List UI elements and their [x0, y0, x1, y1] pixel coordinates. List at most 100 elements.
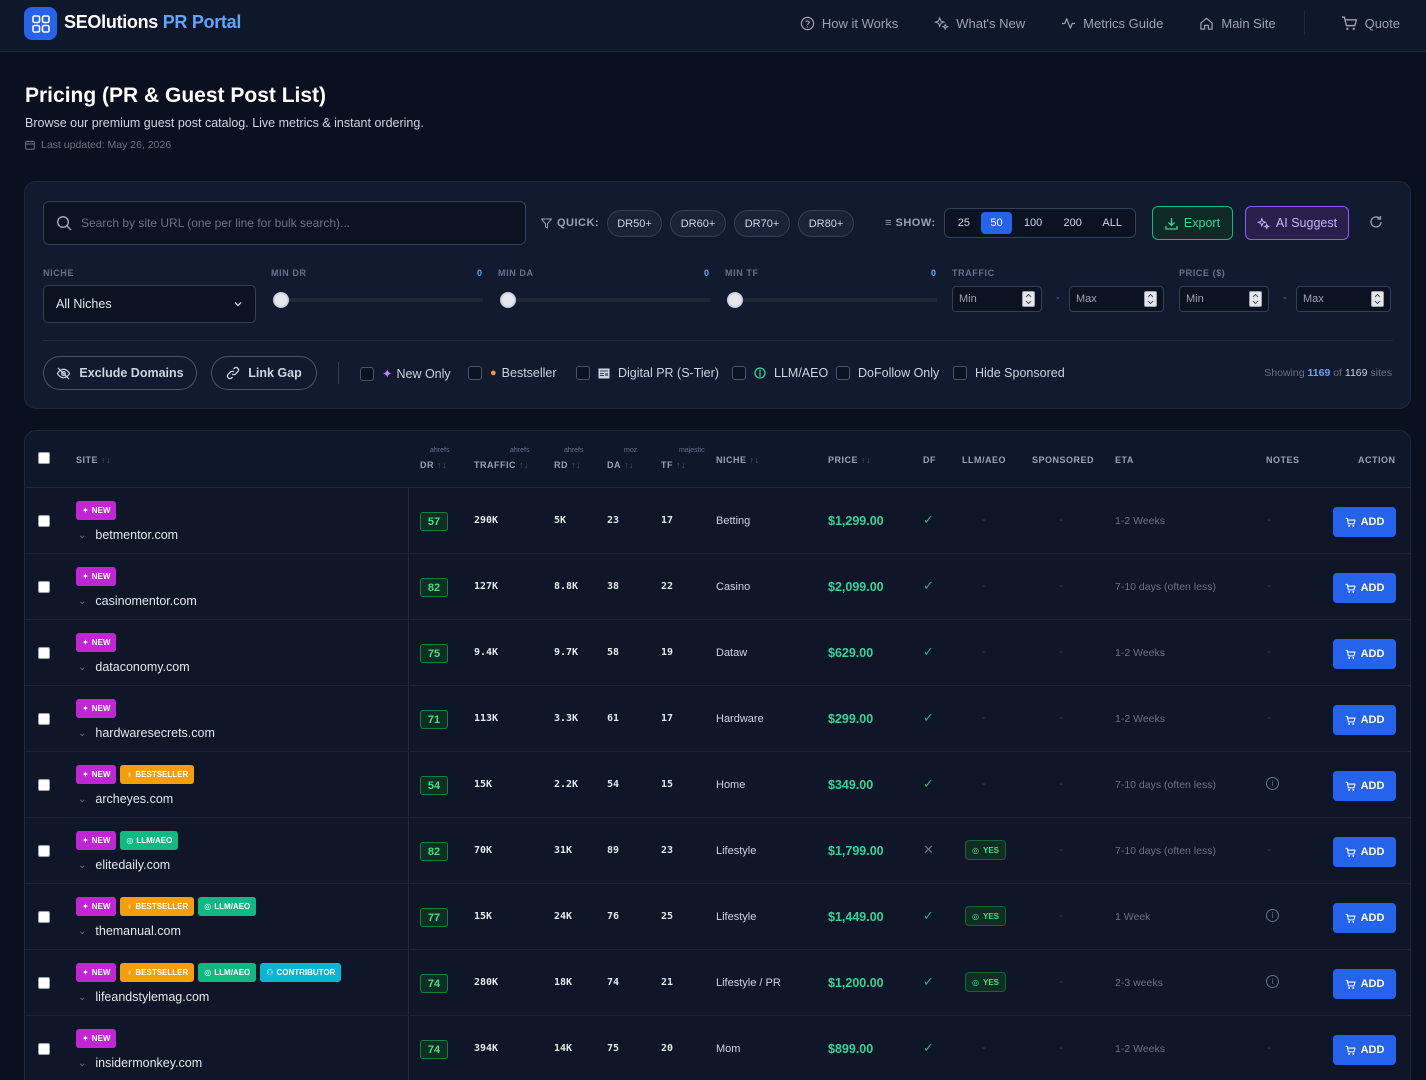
add-to-cart-button[interactable]: ADD [1333, 705, 1396, 735]
nav-whats-new[interactable]: What's New [934, 16, 1025, 31]
chevron-down-icon[interactable]: ⌄ [78, 662, 86, 673]
slider-handle[interactable] [727, 292, 743, 308]
info-icon[interactable]: i [1266, 777, 1279, 790]
traffic-max-input[interactable]: Max [1069, 286, 1164, 312]
row-checkbox[interactable] [38, 779, 50, 791]
checkbox-new-only[interactable]: ✦ New Only [360, 366, 451, 381]
ai-suggest-button[interactable]: AI Suggest [1245, 206, 1349, 240]
spinner-icon[interactable] [1022, 291, 1035, 307]
row-checkbox[interactable] [38, 1043, 50, 1055]
site-name[interactable]: ⌄ themanual.com [78, 924, 181, 938]
row-checkbox[interactable] [38, 515, 50, 527]
quick-pill-dr70[interactable]: DR70+ [734, 210, 790, 237]
checkbox-box[interactable] [576, 366, 590, 380]
chevron-down-icon[interactable]: ⌄ [78, 728, 86, 739]
show-opt-all[interactable]: ALL [1093, 212, 1131, 234]
th-dr[interactable]: DR ↑↓ [420, 460, 447, 470]
site-name[interactable]: ⌄ casinomentor.com [78, 594, 197, 608]
link-gap-button[interactable]: Link Gap [211, 356, 317, 390]
spinner-icon[interactable] [1144, 291, 1157, 307]
row-checkbox[interactable] [38, 581, 50, 593]
search-box[interactable] [43, 201, 526, 245]
th-price[interactable]: PRICE ↑↓ [828, 455, 871, 465]
select-all-checkbox[interactable] [38, 452, 50, 464]
add-to-cart-button[interactable]: ADD [1333, 903, 1396, 933]
nav-how-it-works[interactable]: How it Works [800, 16, 898, 31]
add-to-cart-button[interactable]: ADD [1333, 507, 1396, 537]
min-dr-slider[interactable] [273, 292, 483, 308]
row-checkbox[interactable] [38, 647, 50, 659]
chevron-down-icon[interactable]: ⌄ [78, 992, 86, 1003]
site-name[interactable]: ⌄ betmentor.com [78, 528, 178, 542]
checkbox-digital-pr[interactable]: Digital PR (S-Tier) [576, 366, 719, 380]
chevron-down-icon[interactable]: ⌄ [78, 1058, 86, 1069]
show-opt-25[interactable]: 25 [949, 212, 979, 234]
min-tf-slider[interactable] [727, 292, 937, 308]
site-name[interactable]: ⌄ insidermonkey.com [78, 1056, 202, 1070]
slider-handle[interactable] [273, 292, 289, 308]
checkbox-box[interactable] [360, 366, 374, 381]
chevron-down-icon[interactable]: ⌄ [78, 794, 86, 805]
th-da[interactable]: DA ↑↓ [607, 460, 634, 470]
checkbox-llm-aeo[interactable]: LLM/AEO [732, 366, 828, 380]
traffic-min-input[interactable]: Min [952, 286, 1042, 312]
show-opt-200[interactable]: 200 [1054, 212, 1092, 234]
niche-select[interactable]: All Niches [43, 285, 256, 323]
th-site[interactable]: SITE ↑↓ [76, 455, 111, 465]
dr-value: 71 [420, 710, 448, 729]
brand-name[interactable]: SEOlutions PR Portal [64, 12, 241, 33]
th-rd[interactable]: RD ↑↓ [554, 460, 581, 470]
reset-button[interactable] [1369, 215, 1383, 234]
nav-main-site[interactable]: Main Site [1199, 16, 1276, 31]
th-traffic[interactable]: TRAFFIC ↑↓ [474, 460, 529, 470]
row-checkbox[interactable] [38, 911, 50, 923]
min-da-slider[interactable] [500, 292, 710, 308]
add-to-cart-button[interactable]: ADD [1333, 969, 1396, 999]
site-name[interactable]: ⌄ elitedaily.com [78, 858, 170, 872]
add-to-cart-button[interactable]: ADD [1333, 639, 1396, 669]
export-button[interactable]: Export [1152, 206, 1233, 240]
checkbox-dofollow-only[interactable]: DoFollow Only [836, 366, 939, 380]
th-tf[interactable]: TF ↑↓ [661, 460, 686, 470]
row-checkbox[interactable] [38, 713, 50, 725]
price-min-input[interactable]: Min [1179, 286, 1269, 312]
logo-icon[interactable] [24, 7, 57, 40]
add-to-cart-button[interactable]: ADD [1333, 573, 1396, 603]
nav-quote[interactable]: Quote [1341, 15, 1400, 32]
site-name[interactable]: ⌄ dataconomy.com [78, 660, 190, 674]
checkbox-box[interactable] [468, 366, 482, 380]
spinner-icon[interactable] [1249, 291, 1262, 307]
chevron-down-icon[interactable]: ⌄ [78, 596, 86, 607]
info-icon[interactable]: i [1266, 909, 1279, 922]
checkbox-box[interactable] [732, 366, 746, 380]
quick-pill-dr80[interactable]: DR80+ [798, 210, 854, 237]
site-badges: ✦ NEW [76, 501, 117, 520]
add-to-cart-button[interactable]: ADD [1333, 771, 1396, 801]
checkbox-box[interactable] [836, 366, 850, 380]
add-to-cart-button[interactable]: ADD [1333, 837, 1396, 867]
price-max-input[interactable]: Max [1296, 286, 1391, 312]
checkbox-hide-sponsored[interactable]: Hide Sponsored [953, 366, 1065, 380]
add-to-cart-button[interactable]: ADD [1333, 1035, 1396, 1065]
quick-pill-dr60[interactable]: DR60+ [670, 210, 726, 237]
row-checkbox[interactable] [38, 977, 50, 989]
slider-handle[interactable] [500, 292, 516, 308]
show-opt-100[interactable]: 100 [1014, 212, 1052, 234]
site-name[interactable]: ⌄ hardwaresecrets.com [78, 726, 215, 740]
quick-pill-dr50[interactable]: DR50+ [607, 210, 662, 237]
site-name[interactable]: ⌄ archeyes.com [78, 792, 173, 806]
th-niche[interactable]: NICHE ↑↓ [716, 455, 760, 465]
chevron-down-icon[interactable]: ⌄ [78, 860, 86, 871]
row-checkbox[interactable] [38, 845, 50, 857]
info-icon[interactable]: i [1266, 975, 1279, 988]
search-input[interactable] [81, 216, 501, 230]
exclude-domains-button[interactable]: Exclude Domains [43, 356, 197, 390]
nav-metrics-guide[interactable]: Metrics Guide [1061, 16, 1163, 31]
chevron-down-icon[interactable]: ⌄ [78, 530, 86, 541]
checkbox-bestseller[interactable]: ● Bestseller [468, 366, 557, 380]
site-name[interactable]: ⌄ lifeandstylemag.com [78, 990, 209, 1004]
chevron-down-icon[interactable]: ⌄ [78, 926, 86, 937]
show-opt-50[interactable]: 50 [980, 212, 1013, 234]
checkbox-box[interactable] [953, 366, 967, 380]
spinner-icon[interactable] [1371, 291, 1384, 307]
